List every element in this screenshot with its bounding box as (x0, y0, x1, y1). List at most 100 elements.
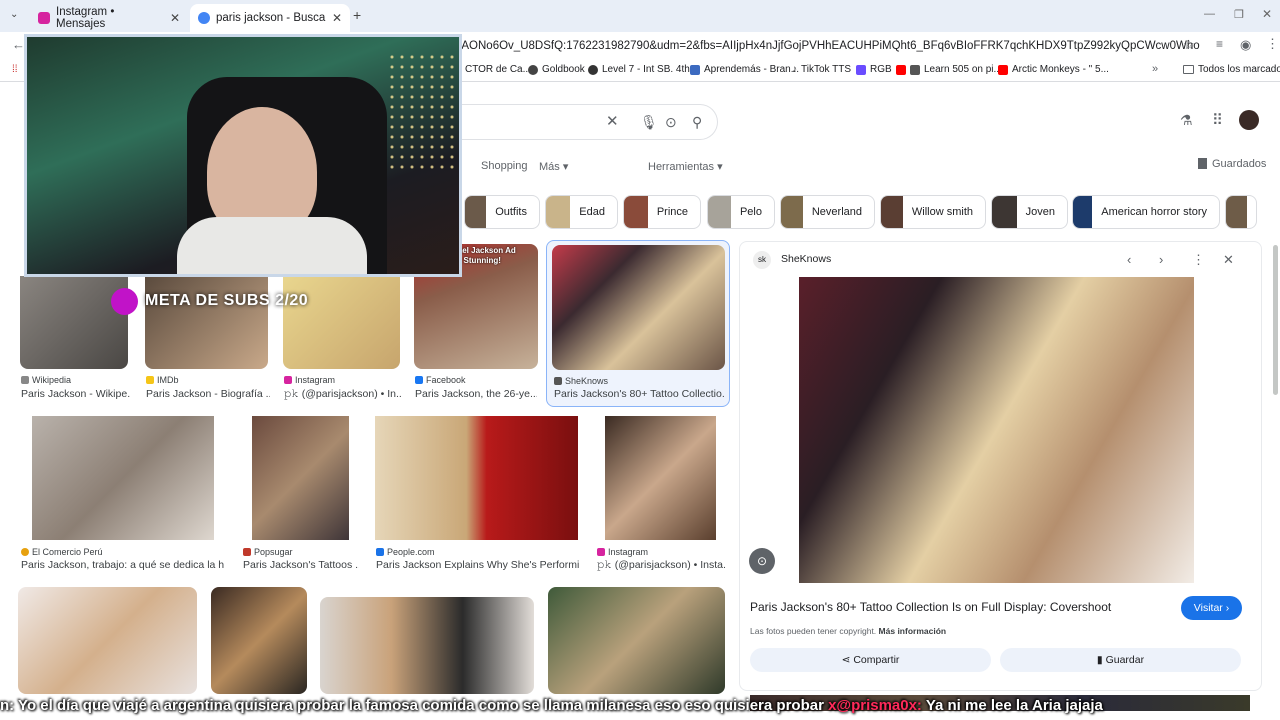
search-icon[interactable]: ⚲ (692, 114, 702, 131)
window-close-button[interactable]: ✕ (1262, 7, 1272, 21)
result-title: Paris Jackson's Tattoos ... (243, 559, 359, 571)
menu-icon[interactable]: ⋮ (1266, 36, 1279, 52)
preview-image[interactable] (799, 277, 1194, 583)
save-button[interactable]: ▮ Guardar (1000, 648, 1241, 672)
result-title: 𝚙𝚔 (@parisjackson) • In... (284, 388, 402, 400)
result-image (252, 416, 349, 540)
lens-icon[interactable]: ⊙ (665, 114, 677, 131)
avatar[interactable] (1239, 110, 1259, 130)
goal-indicator (111, 288, 138, 315)
search-input[interactable]: ✕ 🎙 ⊙ ⚲ (440, 104, 718, 140)
clear-icon[interactable]: ✕ (606, 112, 619, 130)
result-card[interactable]: El Comercio Perú Paris Jackson, trabajo:… (20, 416, 225, 576)
more-info-link[interactable]: Más información (879, 626, 947, 636)
all-bookmarks[interactable]: Todos los marcadores (1183, 64, 1280, 75)
bookmark-icon (588, 64, 598, 75)
result-card[interactable]: Popsugar Paris Jackson's Tattoos ... (242, 416, 360, 576)
bookmark-item[interactable]: Goldbook (528, 64, 585, 75)
result-image (145, 276, 268, 369)
bookmark-item[interactable]: Arctic Monkeys - " 5... (998, 64, 1109, 75)
chip-edad[interactable]: Edad (545, 195, 618, 229)
visit-button[interactable]: Visitar › (1181, 596, 1242, 620)
result-source: Instagram (597, 547, 648, 557)
chip-more[interactable] (1225, 195, 1257, 229)
result-image (605, 416, 716, 540)
bookmark-item[interactable]: Learn 505 on pi... (896, 64, 1002, 75)
bookmark-item[interactable]: RGB (856, 64, 892, 75)
share-button[interactable]: ⋖ Compartir (750, 648, 991, 672)
result-source: Wikipedia (21, 375, 71, 385)
instagram-icon (38, 12, 50, 24)
result-source: People.com (376, 547, 435, 557)
bookmark-item[interactable]: CTOR de Ca... (465, 64, 531, 75)
google-icon (198, 12, 210, 24)
result-source: SheKnows (554, 376, 608, 386)
bookmark-item[interactable]: ♪ TikTok TTS (792, 64, 851, 75)
result-title: 𝚙𝚔 (@parisjackson) • Insta... (597, 559, 725, 571)
result-card[interactable]: People.com Paris Jackson Explains Why Sh… (375, 416, 580, 576)
tab-instagram[interactable]: Instagram • Mensajes ✕ (30, 4, 188, 32)
chip-thumb (1073, 196, 1093, 228)
chip-outfits[interactable]: Outfits (464, 195, 540, 229)
chip-thumb (624, 196, 648, 228)
tab-more[interactable]: Más ▾ (539, 160, 568, 173)
close-icon[interactable]: ✕ (170, 11, 180, 25)
close-icon[interactable]: ✕ (1223, 252, 1234, 268)
lens-search-icon[interactable]: ⊙ (749, 548, 775, 574)
chip-willow-smith[interactable]: Willow smith (880, 195, 986, 229)
bookmark-icon[interactable] (1198, 158, 1207, 169)
bookmark-item[interactable]: Level 7 - Int SB. 4th... (588, 64, 698, 75)
result-card[interactable] (211, 587, 307, 694)
result-image (32, 416, 214, 540)
tab-google[interactable]: paris jackson - Buscar con Goo ✕ (190, 4, 350, 32)
scrollbar[interactable] (1273, 245, 1278, 395)
new-tab-button[interactable]: + (353, 7, 361, 23)
address-bar[interactable]: FAONo6Ov_U8DSfQ:1762231982790&udm=2&fbs=… (455, 35, 1200, 57)
instagram-icon (597, 548, 605, 556)
previous-icon[interactable]: ‹ (1127, 252, 1131, 267)
result-image (283, 276, 400, 369)
result-source: Popsugar (243, 547, 293, 557)
result-card-selected[interactable]: SheKnows Paris Jackson's 80+ Tattoo Coll… (546, 240, 730, 407)
chip-pelo[interactable]: Pelo (707, 195, 775, 229)
result-source: Facebook (415, 375, 466, 385)
profile-icon[interactable]: ◉ (1240, 37, 1251, 53)
tools-button[interactable]: Herramientas ▾ (648, 160, 723, 173)
result-image (548, 587, 725, 694)
result-card[interactable]: Instagram 𝚙𝚔 (@parisjackson) • Insta... (596, 416, 726, 576)
chip-prince[interactable]: Prince (623, 195, 701, 229)
panel-title[interactable]: Paris Jackson's 80+ Tattoo Collection Is… (750, 600, 1111, 614)
panel-source[interactable]: SheKnows (781, 253, 831, 265)
chip-neverland[interactable]: Neverland (780, 195, 875, 229)
labs-icon[interactable]: ⚗ (1180, 112, 1193, 129)
image-preview-panel: sk SheKnows ‹ › ⋮ ✕ ⊙ Paris Jackson's 80… (739, 241, 1262, 691)
copyright-note: Las fotos pueden tener copyright. Más in… (750, 626, 947, 636)
chip-joven[interactable]: Joven (991, 195, 1068, 229)
result-source: El Comercio Perú (21, 547, 103, 557)
tab-search-icon[interactable]: ⌄ (10, 9, 18, 20)
apps-icon[interactable]: ⁞⁞ (12, 64, 18, 75)
result-card[interactable] (18, 587, 198, 694)
more-options-icon[interactable]: ⋮ (1192, 252, 1205, 268)
chip-american-horror-story[interactable]: American horror story (1072, 195, 1220, 229)
apps-grid-icon[interactable]: ⠿ (1212, 111, 1223, 129)
result-card[interactable] (320, 597, 534, 694)
imdb-icon (146, 376, 154, 384)
star-icon[interactable]: ☆ (1183, 37, 1195, 53)
restore-button[interactable]: ❐ (1234, 8, 1244, 21)
mic-icon[interactable]: 🎙 (640, 114, 658, 131)
close-icon[interactable]: ✕ (332, 11, 342, 25)
overflow-icon[interactable]: » (1152, 63, 1158, 75)
bookmark-item[interactable]: Aprendemás - Bran... (690, 64, 799, 75)
tab-title: Instagram • Mensajes (56, 6, 115, 30)
next-icon[interactable]: › (1159, 252, 1163, 267)
popsugar-icon (243, 548, 251, 556)
result-card[interactable] (548, 587, 726, 694)
saved-link[interactable]: Guardados (1212, 158, 1266, 170)
result-source: Instagram (284, 375, 335, 385)
sheknows-icon (554, 377, 562, 385)
minimize-button[interactable]: — (1204, 8, 1215, 20)
media-icon[interactable]: ≡ (1216, 37, 1223, 51)
tab-shopping[interactable]: Shopping (481, 160, 528, 172)
webcam-lights (387, 52, 457, 172)
